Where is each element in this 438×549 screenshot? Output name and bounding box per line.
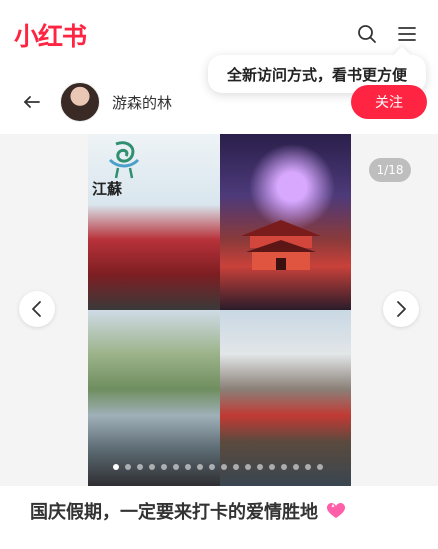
chevron-left-icon — [32, 301, 41, 317]
image-carousel[interactable]: 江蘇 1/18 — [0, 134, 438, 486]
page-counter: 1/18 — [369, 158, 411, 182]
arrow-left-icon[interactable] — [22, 92, 42, 112]
pagination-dot[interactable] — [257, 464, 263, 470]
pagination-dot[interactable] — [245, 464, 251, 470]
carousel-pagination-dots[interactable] — [113, 464, 323, 472]
pagination-dot[interactable] — [161, 464, 167, 470]
author-name[interactable]: 游森的林 — [112, 92, 172, 113]
pagination-dot[interactable] — [209, 464, 215, 470]
jiangsu-brand-text: 江蘇 — [92, 180, 123, 198]
image-tile-lake — [88, 310, 220, 486]
pagination-dot[interactable] — [113, 464, 119, 470]
pagination-dot[interactable] — [317, 464, 323, 470]
menu-icon[interactable] — [397, 23, 417, 45]
pagination-dot[interactable] — [233, 464, 239, 470]
pagination-dot[interactable] — [221, 464, 227, 470]
pagination-dot[interactable] — [305, 464, 311, 470]
xiaohongshu-logo[interactable]: 小红书 — [14, 17, 87, 53]
pagination-dot[interactable] — [197, 464, 203, 470]
note-title: 国庆假期，一定要来打卡的爱情胜地 — [30, 498, 430, 528]
temple-illustration — [241, 220, 321, 270]
chevron-right-icon — [397, 301, 406, 317]
carousel-next-button[interactable] — [383, 291, 419, 327]
pagination-dot[interactable] — [185, 464, 191, 470]
author-avatar[interactable] — [60, 82, 100, 122]
pagination-dot[interactable] — [149, 464, 155, 470]
pagination-dot[interactable] — [173, 464, 179, 470]
pagination-dot[interactable] — [125, 464, 131, 470]
image-tile-ancient-town — [220, 310, 351, 486]
follow-button[interactable]: 关注 — [351, 85, 427, 119]
note-title-text: 国庆假期，一定要来打卡的爱情胜地 — [30, 502, 318, 523]
pagination-dot[interactable] — [281, 464, 287, 470]
author-bar: 游森的林 关注 — [0, 80, 438, 126]
pagination-dot[interactable] — [293, 464, 299, 470]
search-icon[interactable] — [356, 23, 378, 45]
pagination-dot[interactable] — [137, 464, 143, 470]
carousel-prev-button[interactable] — [19, 291, 55, 327]
note-image: 江蘇 — [88, 134, 351, 486]
sparkling-heart-icon — [327, 503, 346, 518]
pagination-dot[interactable] — [269, 464, 275, 470]
